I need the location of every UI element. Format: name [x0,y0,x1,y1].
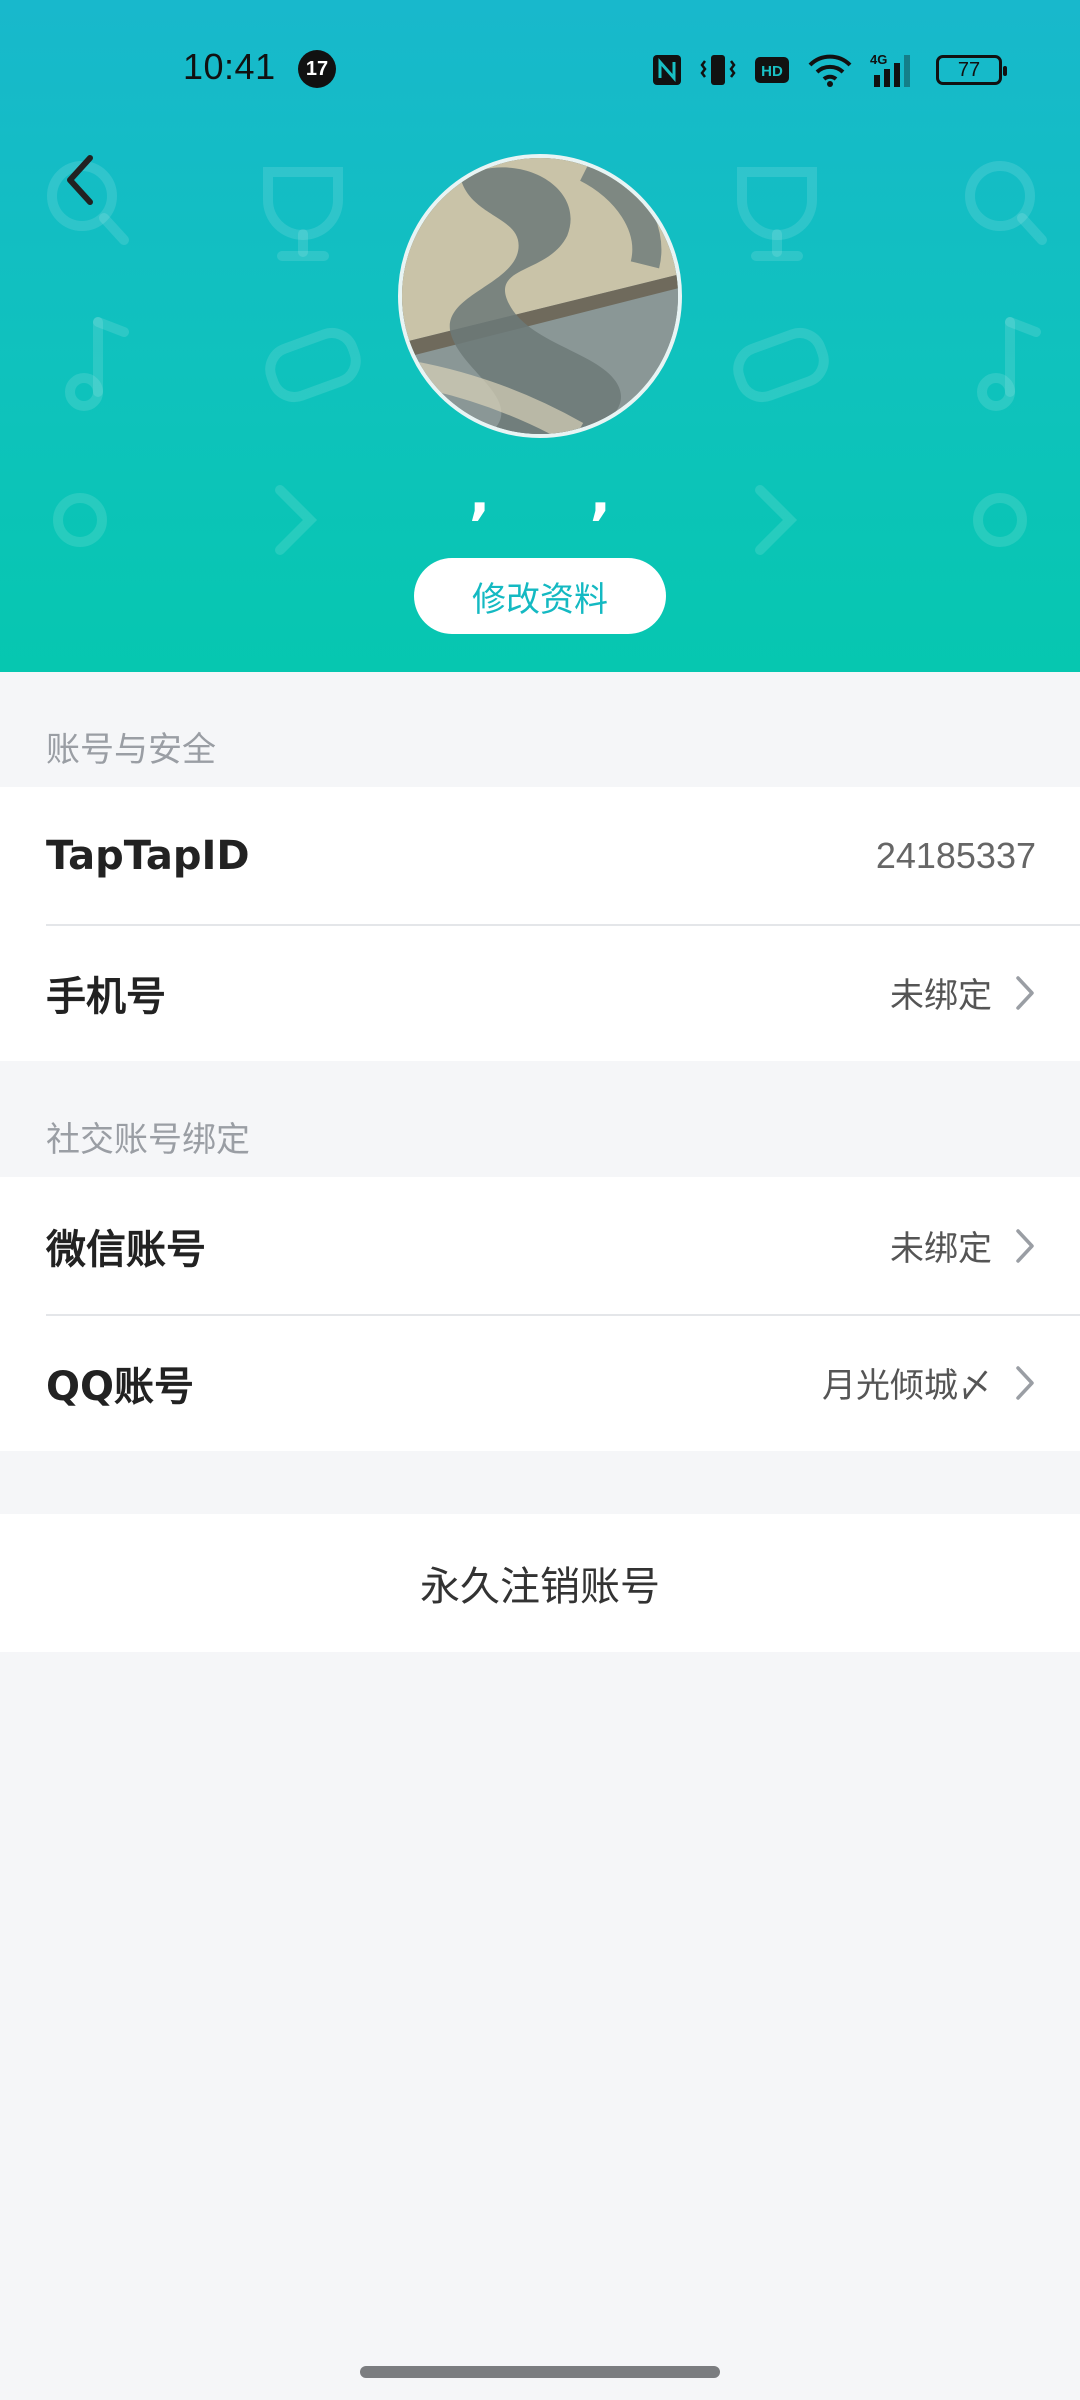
chevron-right-icon [1016,1228,1034,1263]
signal-icon: 4G [870,51,918,89]
wechat-label: 微信账号 [46,1226,206,1273]
phone-label: 手机号 [46,973,166,1020]
wifi-icon [808,53,852,87]
home-indicator[interactable] [360,2366,720,2378]
avatar-image [402,158,678,434]
edit-profile-button[interactable]: 修改资料 [414,558,666,634]
section-title-social-binding: 社交账号绑定 [46,1120,250,1160]
status-time: 10:41 [183,46,276,87]
battery-level: 77 [957,58,981,81]
hd-icon: HD [754,56,790,84]
profile-header: 10:41 17 HD 4G 77 , , 修改资料 [0,0,1080,672]
notification-count-badge: 17 [298,50,336,88]
delete-account-label: 永久注销账号 [420,1564,660,1610]
chevron-right-icon [1016,1365,1034,1400]
section-title-account-security: 账号与安全 [46,730,216,770]
user-nickname: , , [468,462,652,527]
wechat-value: 未绑定 [890,1229,992,1269]
back-arrow-icon [67,155,93,205]
wechat-row[interactable]: 微信账号 未绑定 [0,1177,1080,1314]
svg-text:HD: HD [761,63,783,80]
social-binding-card: 微信账号 未绑定 QQ账号 月光倾城〆 [0,1177,1080,1451]
qq-row[interactable]: QQ账号 月光倾城〆 [0,1314,1080,1451]
phone-row[interactable]: 手机号 未绑定 [0,924,1080,1061]
status-bar: 10:41 17 HD 4G 77 [0,0,1080,140]
account-security-card: TapTapID 24185337 手机号 未绑定 [0,787,1080,1061]
phone-value: 未绑定 [890,976,992,1016]
avatar[interactable] [398,154,682,438]
qq-value: 月光倾城〆 [822,1366,992,1406]
chevron-right-icon [1016,975,1034,1010]
vibrate-icon [700,53,736,87]
taptap-id-label: TapTapID [46,832,250,879]
battery-icon: 77 [936,55,1007,85]
taptap-id-row: TapTapID 24185337 [0,787,1080,924]
nfc-icon [652,54,682,86]
status-icons: HD 4G 77 [652,50,1007,90]
delete-account-button[interactable]: 永久注销账号 [0,1514,1080,1652]
taptap-id-value: 24185337 [875,834,1036,876]
svg-text:4G: 4G [870,52,887,67]
back-button[interactable] [50,140,110,220]
qq-label: QQ账号 [46,1363,195,1410]
